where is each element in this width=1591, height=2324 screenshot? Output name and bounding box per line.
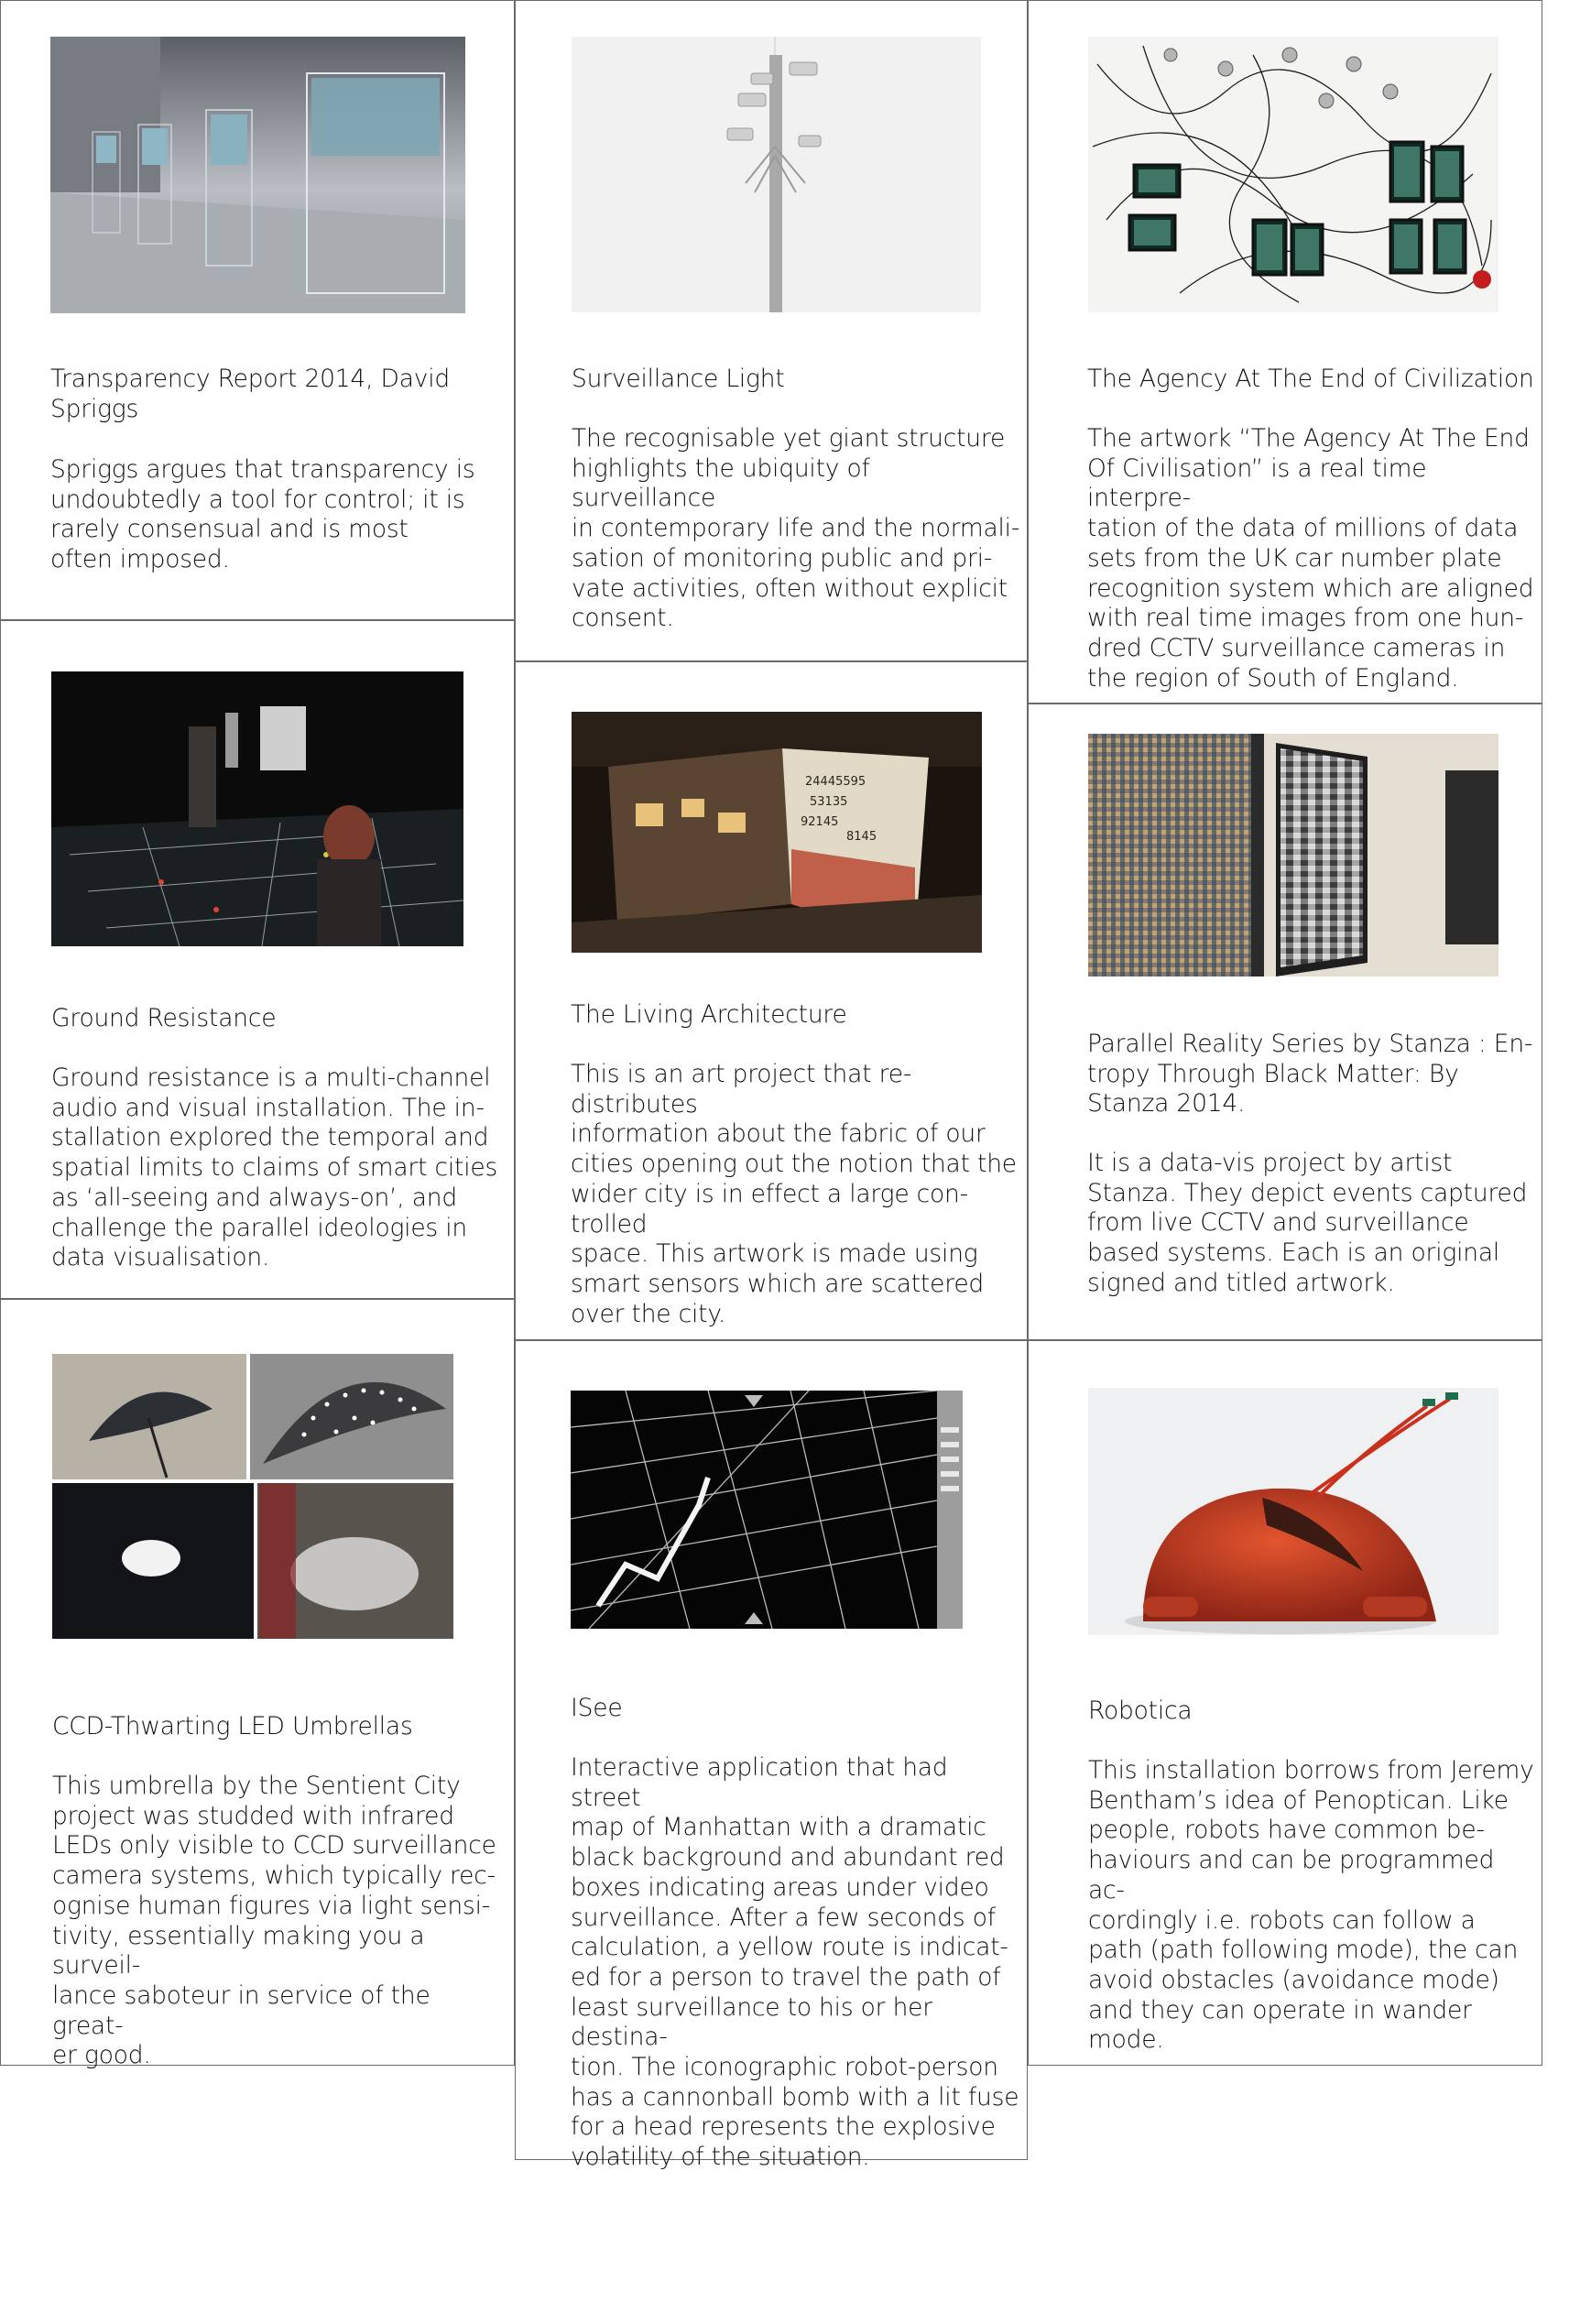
artwork-title: Surveillance Light: [572, 365, 785, 393]
artwork-title: Transparency Report 2014, David Spriggs: [50, 365, 451, 423]
artwork-description: Spriggs argues that transparency is undo…: [50, 455, 475, 574]
red-robot-sculpture-image: [1088, 1388, 1498, 1635]
artwork-description: It is a data-vis project by artist Stanz…: [1087, 1149, 1528, 1297]
artwork-title: Ground Resistance: [51, 1004, 277, 1032]
artwork-description: This is an art project that re-distribut…: [571, 1060, 1017, 1328]
artwork-description: Interactive application that had street …: [571, 1753, 1019, 2172]
manhattan-street-map-image: [571, 1391, 963, 1629]
artwork-description: The artwork “The Agency At The End Of Ci…: [1087, 424, 1534, 693]
artwork-description: Ground resistance is a multi-channel aud…: [51, 1064, 498, 1272]
mosaic-screens-gallery-image: [1088, 734, 1498, 977]
artwork-description: This umbrella by the Sentient City proje…: [52, 1772, 496, 2070]
artwork-title: ISee: [571, 1694, 623, 1722]
cameras-and-monitors-wall-image: [1088, 37, 1498, 312]
artwork-title: Parallel Reality Series by Stanza : En- …: [1087, 1030, 1533, 1118]
svg-text:92145: 92145: [801, 815, 838, 829]
glass-cases-gallery-image: [50, 37, 465, 313]
artwork-title: Robotica: [1088, 1697, 1193, 1725]
svg-text:24445595: 24445595: [805, 775, 866, 789]
dark-map-floor-installation-image: [51, 671, 463, 946]
svg-text:8145: 8145: [846, 830, 877, 844]
cctv-pole-image: [572, 37, 981, 312]
artwork-title: CCD-Thwarting LED Umbrellas: [52, 1712, 413, 1740]
artwork-description: The recognisable yet giant structure hig…: [572, 424, 1020, 633]
projected-numbers-building-image: 24445595 53135 92145 8145: [572, 712, 982, 953]
artwork-title: The Agency At The End of Civilization: [1087, 365, 1534, 393]
svg-text:53135: 53135: [810, 795, 847, 809]
led-umbrellas-collage-image: [52, 1354, 453, 1639]
artwork-title: The Living Architecture: [571, 1000, 847, 1029]
artwork-description: This installation borrows from Jeremy Be…: [1088, 1756, 1534, 2055]
